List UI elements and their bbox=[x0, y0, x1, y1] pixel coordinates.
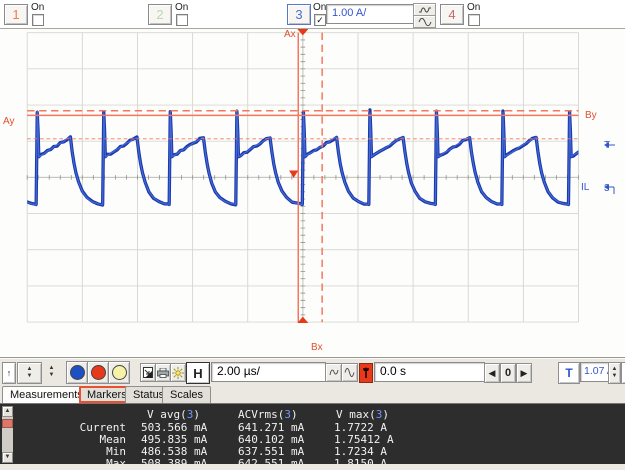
small-sine-icon bbox=[329, 369, 338, 376]
channel-2-on-label: On bbox=[175, 2, 189, 13]
ground-arrow-icon bbox=[604, 184, 615, 194]
marker-ay-label[interactable]: Ay bbox=[3, 117, 15, 127]
sine-wave-icon bbox=[344, 368, 355, 377]
channel-2-button[interactable]: 2 bbox=[148, 4, 172, 25]
blue-circle-icon bbox=[69, 365, 85, 380]
channel-toolbar: 1 On 2 On 3 On ✓ 1.00 A/ 4 On bbox=[0, 0, 625, 29]
column-header: V max(3) bbox=[336, 408, 389, 421]
level-up-icon[interactable]: ▲ bbox=[612, 366, 618, 373]
left-arrow-icon bbox=[604, 142, 615, 148]
trigger-level-field[interactable]: 1.07 A bbox=[580, 362, 611, 382]
export-icon bbox=[143, 367, 153, 378]
measurements-panel: ▲ ▼ V avg(3) ACVrms(3) V max(3) Current 503.… bbox=[0, 403, 625, 470]
fine-up-icon[interactable]: ▲ bbox=[49, 365, 55, 372]
column-header: V avg(3) bbox=[147, 408, 200, 421]
channel-4-button[interactable]: 4 bbox=[440, 4, 464, 25]
fine-spinner[interactable]: ▲ ▼ bbox=[43, 362, 60, 382]
tab-measurements[interactable]: Measurements bbox=[2, 386, 91, 403]
table-row: Current 503.566 mA 641.271 mA 1.7722 A bbox=[16, 421, 616, 434]
pan-up-right-button[interactable]: ↑ bbox=[621, 362, 625, 384]
sun-icon bbox=[172, 366, 184, 379]
timebase-field[interactable]: 2.00 µs/ bbox=[211, 362, 326, 382]
position-spinner[interactable]: ▲ ▼ bbox=[17, 362, 42, 384]
panel-scrollbar[interactable]: ▲ ▼ bbox=[2, 406, 13, 463]
column-header: ACVrms(3) bbox=[238, 408, 298, 421]
pan-right-button[interactable]: ▶ bbox=[516, 363, 532, 383]
results-tab-bar: Measurements Markers Status Scales bbox=[0, 385, 625, 403]
scroll-up-button[interactable]: ▲ bbox=[2, 406, 13, 417]
scroll-thumb[interactable] bbox=[2, 419, 13, 428]
marker-color-blue-button[interactable] bbox=[66, 361, 88, 384]
trigger-position-icon bbox=[359, 363, 373, 383]
channel-4-on-checkbox[interactable] bbox=[468, 14, 480, 26]
trace-il-label: IL bbox=[581, 182, 590, 193]
channel-2-on-checkbox[interactable] bbox=[176, 14, 188, 26]
horizontal-mode-button[interactable] bbox=[341, 363, 358, 382]
trigger-level-spinner[interactable]: ▲ ▼ bbox=[608, 362, 621, 384]
channel-3-button[interactable]: 3 bbox=[287, 4, 311, 25]
sine-icon bbox=[418, 17, 431, 26]
horizontal-menu-button[interactable]: H bbox=[186, 362, 210, 384]
tab-scales[interactable]: Scales bbox=[162, 386, 212, 403]
marker-ax-label[interactable]: Ax bbox=[284, 30, 296, 40]
print-button[interactable] bbox=[155, 363, 171, 382]
yellow-circle-icon bbox=[111, 365, 127, 380]
export-button[interactable] bbox=[140, 363, 156, 382]
scope-grid-and-trace bbox=[25, 29, 600, 357]
pan-left-button[interactable]: ◀ bbox=[484, 363, 500, 383]
spinner-down-icon[interactable]: ▼ bbox=[27, 373, 33, 380]
trigger-menu-button[interactable]: T bbox=[558, 362, 580, 384]
channel-3-on-label: On bbox=[313, 2, 327, 13]
channel-1-on-label: On bbox=[31, 2, 45, 13]
channel-1-on-checkbox[interactable] bbox=[32, 14, 44, 26]
marker-color-red-button[interactable] bbox=[87, 361, 109, 384]
coupling-sine-button[interactable] bbox=[413, 15, 436, 28]
window-bottom-strip bbox=[0, 464, 625, 469]
level-down-icon[interactable]: ▼ bbox=[612, 373, 618, 380]
horizontal-vernier-button[interactable] bbox=[325, 363, 342, 382]
trigger-position-field[interactable]: 0.0 s bbox=[374, 362, 485, 382]
marker-by-label[interactable]: By bbox=[585, 111, 597, 121]
channel-3-scale-field[interactable]: 1.00 A/ bbox=[326, 4, 417, 24]
pan-up-left-button[interactable]: ↑ bbox=[2, 362, 16, 384]
fine-down-icon[interactable]: ▼ bbox=[49, 372, 55, 379]
distorted-sine-icon bbox=[418, 6, 431, 13]
red-circle-icon bbox=[90, 365, 106, 380]
scope-display[interactable]: Ax Bx Ay By IL T 3 bbox=[0, 29, 625, 357]
trigger-level-marker[interactable]: T bbox=[604, 141, 615, 151]
channel-1-button[interactable]: 1 bbox=[4, 4, 28, 25]
horizontal-toolbar: ↑ ▲ ▼ ▲ ▼ H 2.00 µs/ 0.0 s ◀ 0 ▶ T 1.07 … bbox=[0, 357, 625, 386]
channel-3-on-checkbox[interactable]: ✓ bbox=[314, 14, 326, 26]
channel-4-on-label: On bbox=[467, 2, 481, 13]
marker-color-yellow-button[interactable] bbox=[108, 361, 130, 384]
trigger-t-arrow-icon bbox=[363, 367, 369, 378]
display-brightness-button[interactable] bbox=[170, 363, 186, 382]
spinner-up-icon[interactable]: ▲ bbox=[27, 366, 33, 373]
printer-icon bbox=[157, 367, 169, 378]
table-row: Min 486.538 mA 637.551 mA 1.7234 A bbox=[16, 445, 616, 458]
marker-bx-label[interactable]: Bx bbox=[311, 343, 323, 353]
table-row: Mean 495.835 mA 640.102 mA 1.75412 A bbox=[16, 433, 616, 446]
scroll-down-button[interactable]: ▼ bbox=[2, 452, 13, 463]
zero-delay-button[interactable]: 0 bbox=[500, 363, 516, 383]
channel-3-ground-marker[interactable]: 3 bbox=[604, 184, 615, 194]
table-header-row: V avg(3) ACVrms(3) V max(3) bbox=[16, 408, 616, 421]
